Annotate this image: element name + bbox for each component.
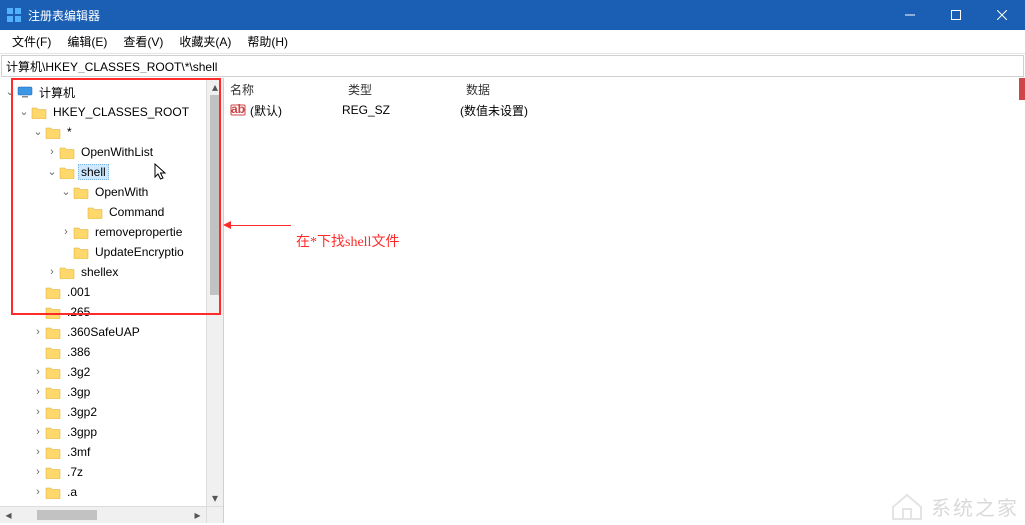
folder-icon	[44, 464, 62, 480]
tree-item-openwith[interactable]: ⌄ OpenWith	[0, 182, 223, 202]
folder-icon	[44, 344, 62, 360]
folder-icon	[72, 184, 90, 200]
scroll-left-icon[interactable]: ◂	[0, 507, 17, 524]
tree-item-star[interactable]: ⌄ *	[0, 122, 223, 142]
close-button[interactable]	[979, 0, 1025, 30]
tree-vertical-scrollbar[interactable]: ▴ ▾	[206, 78, 223, 506]
tree-item-ext-3gp2[interactable]: ›.3gp2	[0, 402, 223, 422]
folder-icon	[86, 204, 104, 220]
expand-icon[interactable]: ⌄	[4, 87, 16, 98]
minimize-button[interactable]	[887, 0, 933, 30]
expand-icon[interactable]: ›	[32, 327, 44, 338]
folder-icon	[30, 104, 48, 120]
value-name: (默认)	[250, 102, 282, 119]
tree-item-ext-3gpp[interactable]: ›.3gpp	[0, 422, 223, 442]
expand-icon[interactable]: ›	[60, 227, 72, 238]
window-controls	[887, 0, 1025, 30]
tree-pane: ⌄ 计算机 ⌄ HKEY_CLASSES_ROOT ⌄ * › OpenWith…	[0, 78, 224, 523]
scroll-up-icon[interactable]: ▴	[207, 78, 224, 95]
expand-icon[interactable]: ⌄	[18, 107, 30, 118]
folder-icon	[44, 384, 62, 400]
folder-icon	[44, 404, 62, 420]
column-type[interactable]: 类型	[342, 81, 460, 98]
expand-icon[interactable]: ›	[32, 427, 44, 438]
tree-item-shellex[interactable]: › shellex	[0, 262, 223, 282]
window-title: 注册表编辑器	[28, 7, 887, 24]
folder-icon	[58, 164, 76, 180]
tree-horizontal-scrollbar[interactable]: ◂ ▸	[0, 506, 206, 523]
folder-icon	[44, 444, 62, 460]
tree-item-ext-7z[interactable]: ›.7z	[0, 462, 223, 482]
column-data[interactable]: 数据	[460, 81, 1025, 98]
scrollbar-thumb[interactable]	[210, 95, 220, 295]
regedit-icon	[6, 7, 22, 23]
expand-icon[interactable]: ›	[32, 487, 44, 498]
menu-file[interactable]: 文件(F)	[4, 31, 59, 52]
scroll-down-icon[interactable]: ▾	[207, 489, 224, 506]
main-area: ⌄ 计算机 ⌄ HKEY_CLASSES_ROOT ⌄ * › OpenWith…	[0, 78, 1025, 523]
tree-item-ext-386[interactable]: .386	[0, 342, 223, 362]
column-name[interactable]: 名称	[224, 81, 342, 98]
expand-icon[interactable]: ›	[32, 367, 44, 378]
tree-view[interactable]: ⌄ 计算机 ⌄ HKEY_CLASSES_ROOT ⌄ * › OpenWith…	[0, 78, 223, 506]
tree-item-ext-001[interactable]: .001	[0, 282, 223, 302]
tree-item-removeproperties[interactable]: › removepropertie	[0, 222, 223, 242]
tree-item-ext-265[interactable]: .265	[0, 302, 223, 322]
folder-icon	[44, 364, 62, 380]
expand-icon[interactable]: ›	[32, 467, 44, 478]
list-header: 名称 类型 数据	[224, 78, 1025, 100]
folder-icon	[44, 424, 62, 440]
string-value-icon: ab	[230, 102, 246, 118]
tree-item-openwithlist[interactable]: › OpenWithList	[0, 142, 223, 162]
address-input[interactable]	[6, 59, 1019, 73]
tree-item-ext-3g2[interactable]: ›.3g2	[0, 362, 223, 382]
menu-view[interactable]: 查看(V)	[115, 31, 171, 52]
address-bar[interactable]	[1, 55, 1024, 77]
folder-icon	[44, 484, 62, 500]
maximize-button[interactable]	[933, 0, 979, 30]
value-data: (数值未设置)	[460, 102, 1025, 119]
folder-icon	[44, 124, 62, 140]
folder-icon	[44, 284, 62, 300]
expand-icon[interactable]: ›	[32, 387, 44, 398]
expand-icon[interactable]: ›	[46, 147, 58, 158]
expand-icon[interactable]: ›	[46, 267, 58, 278]
expand-icon[interactable]: ⌄	[60, 187, 72, 198]
tree-item-command[interactable]: Command	[0, 202, 223, 222]
tree-item-computer[interactable]: ⌄ 计算机	[0, 82, 223, 102]
right-accent	[1019, 78, 1025, 100]
tree-item-shell[interactable]: ⌄ shell	[0, 162, 223, 182]
folder-icon	[72, 244, 90, 260]
tree-item-ext-a[interactable]: ›.a	[0, 482, 223, 502]
tree-item-ext-3gp[interactable]: ›.3gp	[0, 382, 223, 402]
expand-icon[interactable]: ⌄	[46, 167, 58, 178]
values-pane: 名称 类型 数据 ab (默认) REG_SZ (数值未设置)	[224, 78, 1025, 523]
scrollbar-thumb[interactable]	[37, 510, 97, 520]
expand-icon[interactable]: ›	[32, 407, 44, 418]
value-row-default[interactable]: ab (默认) REG_SZ (数值未设置)	[224, 100, 1025, 120]
expand-icon[interactable]: ›	[32, 447, 44, 458]
svg-text:ab: ab	[231, 102, 245, 116]
menu-help[interactable]: 帮助(H)	[239, 31, 296, 52]
folder-icon	[72, 224, 90, 240]
titlebar: 注册表编辑器	[0, 0, 1025, 30]
folder-icon	[44, 324, 62, 340]
tree-item-updateencryption[interactable]: UpdateEncryptio	[0, 242, 223, 262]
value-type: REG_SZ	[342, 103, 460, 117]
menubar: 文件(F) 编辑(E) 查看(V) 收藏夹(A) 帮助(H)	[0, 30, 1025, 54]
menu-favorites[interactable]: 收藏夹(A)	[171, 31, 239, 52]
tree-item-hkcr[interactable]: ⌄ HKEY_CLASSES_ROOT	[0, 102, 223, 122]
tree-item-ext-3mf[interactable]: ›.3mf	[0, 442, 223, 462]
folder-icon	[58, 144, 76, 160]
folder-icon	[44, 304, 62, 320]
expand-icon[interactable]: ⌄	[32, 127, 44, 138]
folder-icon	[58, 264, 76, 280]
menu-edit[interactable]: 编辑(E)	[59, 31, 115, 52]
computer-icon	[16, 84, 34, 100]
scroll-right-icon[interactable]: ▸	[189, 507, 206, 524]
tree-item-ext-360safeuap[interactable]: ›.360SafeUAP	[0, 322, 223, 342]
scrollbar-corner	[206, 506, 223, 523]
